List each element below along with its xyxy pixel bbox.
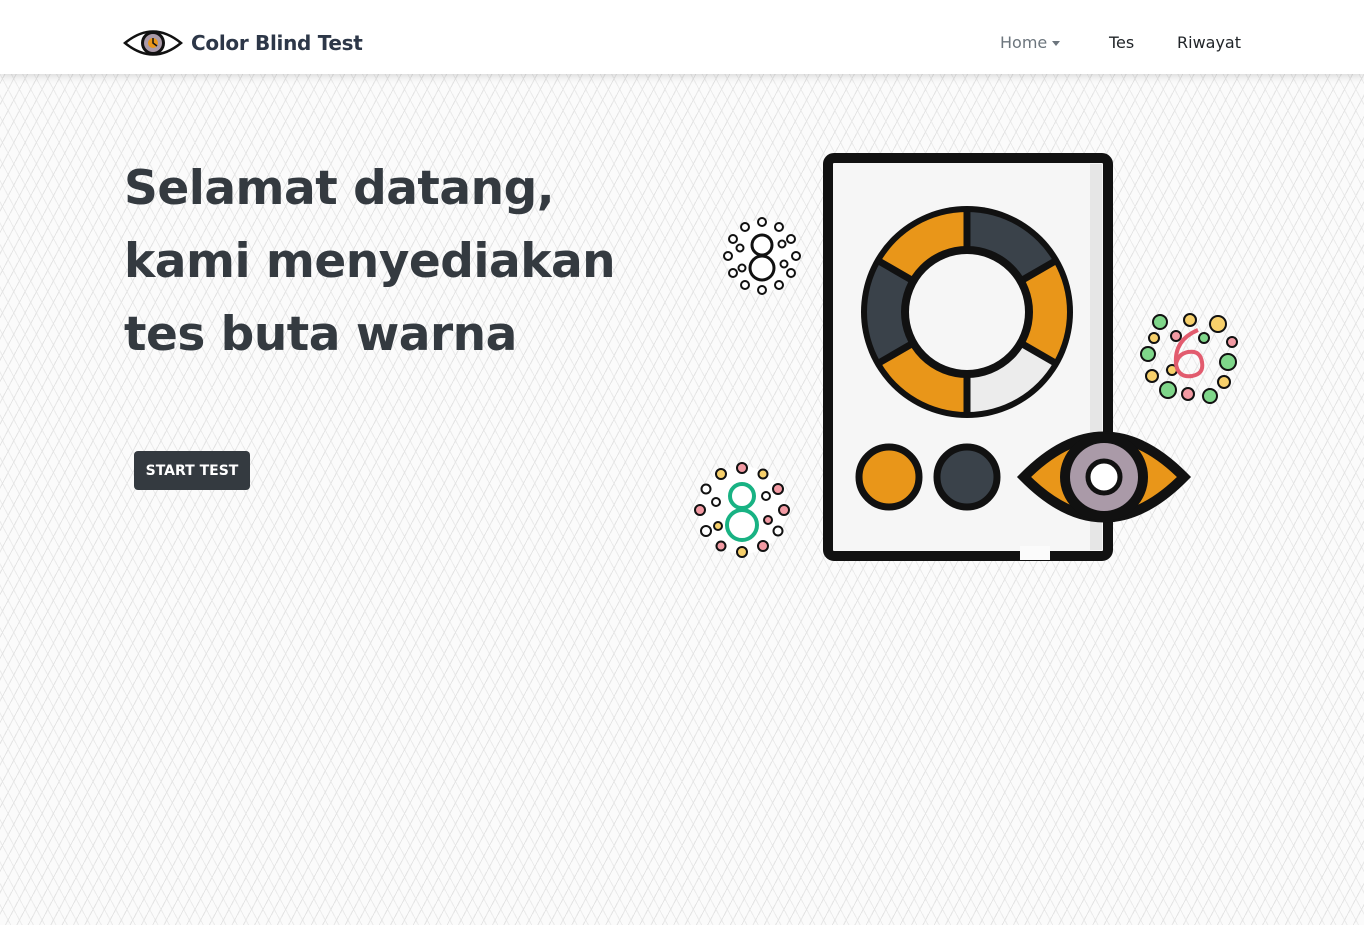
- ishihara-plate-icon-6-color: [1140, 313, 1238, 404]
- caret-down-icon: [1052, 41, 1061, 46]
- ishihara-plate-icon-8-black: [723, 217, 801, 295]
- color-blind-test-card-illustration: [694, 153, 1238, 561]
- nav-riwayat-link[interactable]: Riwayat: [1177, 33, 1241, 52]
- ishihara-plate-icon-8-green: [694, 462, 790, 558]
- nav-home-label: Home: [1000, 33, 1048, 52]
- nav-home-dropdown[interactable]: Home: [1000, 33, 1061, 52]
- hero-title: Selamat datang, kami menyediakan tes but…: [124, 161, 616, 362]
- start-test-button[interactable]: START TEST: [134, 451, 250, 490]
- brand[interactable]: Color Blind Test: [123, 26, 363, 60]
- navbar: Color Blind Test Home Tes Riwayat: [0, 0, 1364, 74]
- brand-name: Color Blind Test: [191, 31, 363, 55]
- nav-tes-link[interactable]: Tes: [1109, 33, 1134, 52]
- eye-logo-icon: [123, 30, 183, 56]
